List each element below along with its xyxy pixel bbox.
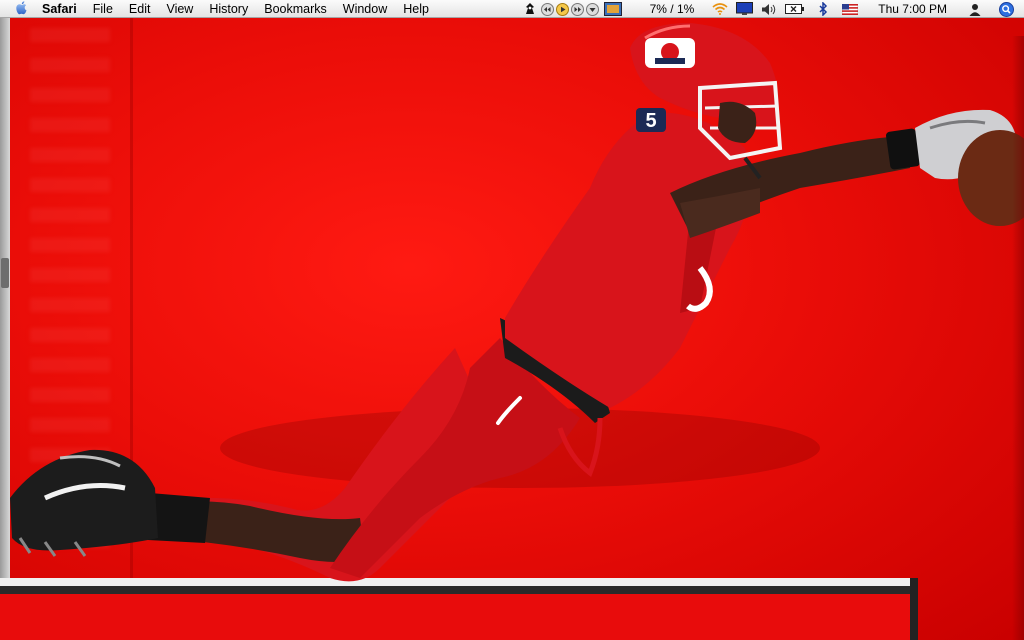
menu-extras: 7% / 1% Thu 7:00 PM <box>520 0 1024 18</box>
menu-bookmarks[interactable]: Bookmarks <box>256 0 335 18</box>
spotlight-icon[interactable] <box>999 0 1014 18</box>
user-icon[interactable] <box>969 0 981 18</box>
menu-file[interactable]: File <box>85 0 121 18</box>
window-edge[interactable] <box>0 18 10 578</box>
menu-edit[interactable]: Edit <box>121 0 159 18</box>
menu-safari[interactable]: Safari <box>42 0 85 18</box>
rewind-icon[interactable] <box>540 0 554 18</box>
play-icon[interactable] <box>555 0 569 18</box>
right-edge-shadow <box>1012 36 1024 640</box>
dropdown-icon[interactable] <box>585 0 599 18</box>
jersey-number: 5 <box>645 110 656 132</box>
battery-icon[interactable] <box>785 0 805 18</box>
script-icon[interactable] <box>524 0 536 18</box>
display-icon[interactable] <box>736 0 754 18</box>
bluetooth-icon[interactable] <box>819 0 828 18</box>
volume-icon[interactable] <box>761 0 777 18</box>
wifi-icon[interactable] <box>712 0 728 18</box>
cpu-usage: 7% / 1% <box>649 2 695 16</box>
menu-window[interactable]: Window <box>335 0 395 18</box>
resize-handle[interactable] <box>1 258 9 288</box>
forward-icon[interactable] <box>570 0 584 18</box>
football-player-image: 5 <box>10 23 1024 582</box>
itunes-icon[interactable] <box>603 0 622 18</box>
menu-view[interactable]: View <box>158 0 201 18</box>
menu-bar: Safari File Edit View History Bookmarks … <box>0 0 1024 18</box>
menu-help[interactable]: Help <box>395 0 437 18</box>
menu-history[interactable]: History <box>201 0 256 18</box>
menubar-clock[interactable]: Thu 7:00 PM <box>878 0 947 18</box>
apple-icon[interactable] <box>14 1 28 16</box>
us-flag-icon[interactable] <box>842 0 859 18</box>
desktop-wallpaper: 5 <box>0 18 1024 640</box>
